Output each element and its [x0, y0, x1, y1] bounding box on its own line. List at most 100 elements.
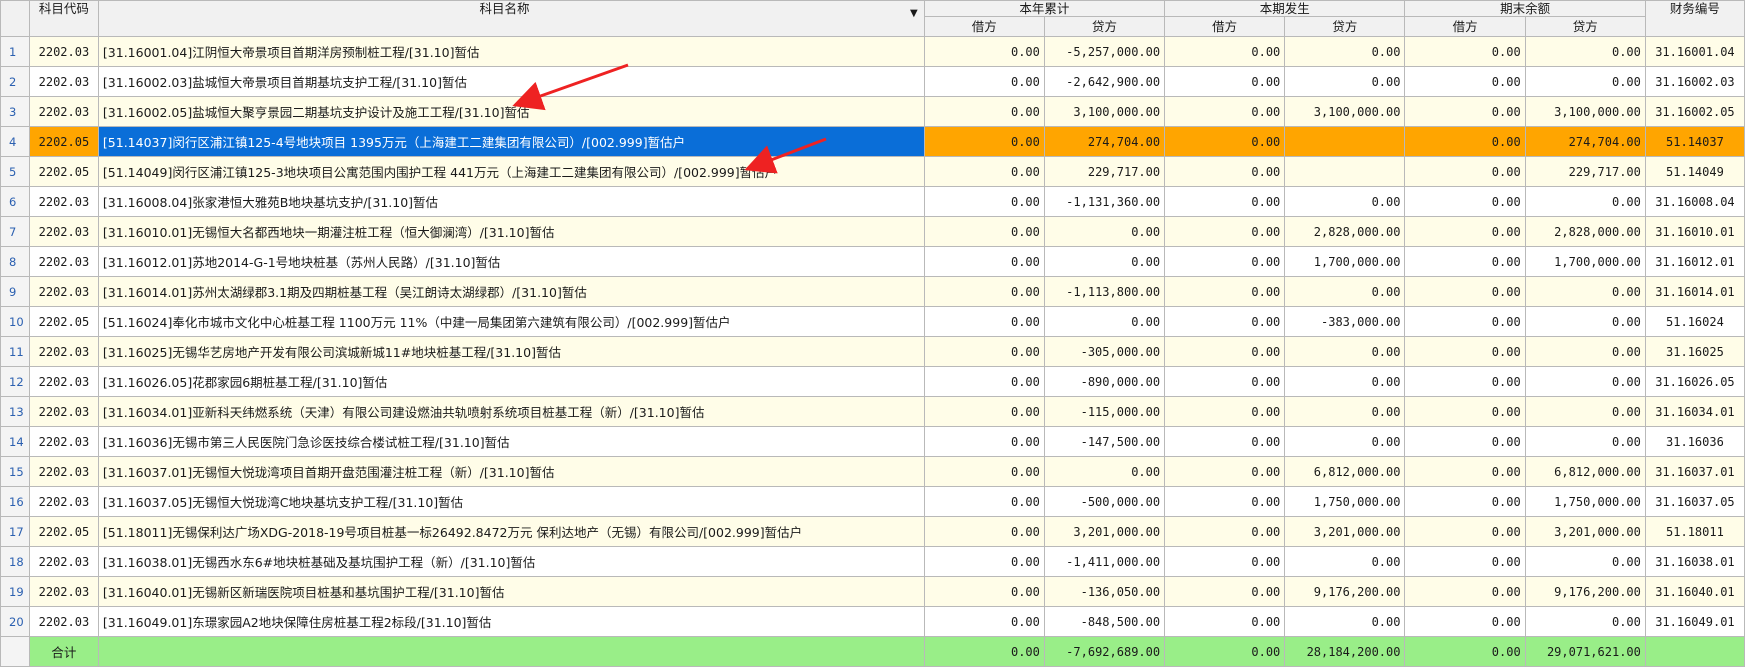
- account-name-cell[interactable]: [31.16037.01]无锡恒大悦珑湾项目首期开盘范围灌注桩工程（新）/[31…: [97, 456, 925, 487]
- account-name-cell[interactable]: [31.16049.01]东璟家园A2地块保障住房桩基工程2标段/[31.10]…: [97, 606, 925, 637]
- ending-debit-cell[interactable]: 0.00: [1404, 486, 1526, 517]
- row-number[interactable]: 17: [0, 516, 30, 547]
- period-debit-cell[interactable]: 0.00: [1164, 216, 1286, 247]
- ending-credit-cell[interactable]: 0.00: [1524, 546, 1646, 577]
- ytd-credit-cell[interactable]: 0.00: [1043, 216, 1166, 247]
- row-number[interactable]: 14: [0, 426, 30, 457]
- ending-credit-cell[interactable]: 0.00: [1524, 336, 1646, 367]
- table-row[interactable]: 7 2202.03 [31.16010.01]无锡恒大名都西地块一期灌注桩工程（恒大…: [0, 216, 1745, 247]
- ytd-credit-cell[interactable]: -115,000.00: [1043, 396, 1166, 427]
- table-row[interactable]: 1 2202.03 [31.16001.04]江阴恒大帝景项目首期洋房预制桩工程/[…: [0, 36, 1745, 67]
- period-debit-cell[interactable]: 0.00: [1164, 336, 1286, 367]
- table-row[interactable]: 5 2202.05 [51.14049]闵行区浦江镇125-3地块项目公寓范围内围护…: [0, 156, 1745, 187]
- period-debit-cell[interactable]: 0.00: [1164, 516, 1286, 547]
- ending-debit-cell[interactable]: 0.00: [1404, 246, 1526, 277]
- table-row[interactable]: 20 2202.03 [31.16049.01]东璟家园A2地块保障住房桩基工程2标…: [0, 606, 1745, 637]
- ending-credit-cell[interactable]: 3,201,000.00: [1524, 516, 1646, 547]
- table-row[interactable]: 11 2202.03 [31.16025]无锡华艺房地产开发有限公司滨城新城11#地…: [0, 336, 1745, 367]
- ending-debit-cell[interactable]: 0.00: [1404, 336, 1526, 367]
- period-credit-cell[interactable]: 1,750,000.00: [1284, 486, 1406, 517]
- account-code-cell[interactable]: 2202.03: [28, 276, 99, 307]
- ytd-credit-cell[interactable]: 274,704.00: [1043, 126, 1166, 157]
- period-debit-cell[interactable]: 0.00: [1164, 156, 1286, 187]
- table-row[interactable]: 10 2202.05 [51.16024]奉化市城市文化中心桩基工程 1100万元 …: [0, 306, 1745, 337]
- period-debit-cell[interactable]: 0.00: [1164, 426, 1286, 457]
- table-row[interactable]: 3 2202.03 [31.16002.05]盐城恒大聚亨景园二期基坑支护设计及施工…: [0, 96, 1745, 127]
- ytd-debit-cell[interactable]: 0.00: [923, 606, 1045, 637]
- row-number[interactable]: 18: [0, 546, 30, 577]
- finance-number-cell[interactable]: 31.16037.01: [1644, 456, 1745, 487]
- account-name-cell[interactable]: [31.16010.01]无锡恒大名都西地块一期灌注桩工程（恒大御澜湾）/[31…: [97, 216, 925, 247]
- account-name-cell[interactable]: [31.16037.05]无锡恒大悦珑湾C地块基坑支护工程/[31.10]暂估: [97, 486, 925, 517]
- row-number[interactable]: 10: [0, 306, 30, 337]
- row-number[interactable]: 12: [0, 366, 30, 397]
- period-debit-cell[interactable]: 0.00: [1164, 576, 1286, 607]
- account-name-cell[interactable]: [31.16002.03]盐城恒大帝景项目首期基坑支护工程/[31.10]暂估: [97, 66, 925, 97]
- ytd-debit-cell[interactable]: 0.00: [923, 516, 1045, 547]
- account-code-cell[interactable]: 2202.05: [28, 516, 99, 547]
- ytd-credit-cell[interactable]: 3,100,000.00: [1043, 96, 1166, 127]
- finance-number-cell[interactable]: 31.16010.01: [1644, 216, 1745, 247]
- finance-number-cell[interactable]: 31.16026.05: [1644, 366, 1745, 397]
- ytd-debit-cell[interactable]: 0.00: [923, 576, 1045, 607]
- finance-number-cell[interactable]: 31.16036: [1644, 426, 1745, 457]
- account-code-cell[interactable]: 2202.03: [28, 456, 99, 487]
- row-number[interactable]: 2: [0, 66, 30, 97]
- ending-credit-cell[interactable]: 0.00: [1524, 606, 1646, 637]
- account-code-cell[interactable]: 2202.03: [28, 486, 99, 517]
- finance-number-cell[interactable]: 31.16012.01: [1644, 246, 1745, 277]
- column-header-ending-credit[interactable]: 贷方: [1524, 16, 1646, 37]
- account-name-cell[interactable]: [31.16025]无锡华艺房地产开发有限公司滨城新城11#地块桩基工程/[31…: [97, 336, 925, 367]
- period-debit-cell[interactable]: 0.00: [1164, 126, 1286, 157]
- period-credit-cell[interactable]: [1284, 126, 1406, 157]
- ytd-credit-cell[interactable]: -2,642,900.00: [1043, 66, 1166, 97]
- ytd-debit-cell[interactable]: 0.00: [923, 156, 1045, 187]
- ending-credit-cell[interactable]: 0.00: [1524, 426, 1646, 457]
- period-credit-cell[interactable]: 0.00: [1284, 186, 1406, 217]
- period-credit-cell[interactable]: 0.00: [1284, 426, 1406, 457]
- column-header-period-debit[interactable]: 借方: [1164, 16, 1286, 37]
- period-debit-cell[interactable]: 0.00: [1164, 606, 1286, 637]
- period-credit-cell[interactable]: [1284, 156, 1406, 187]
- ending-credit-cell[interactable]: 6,812,000.00: [1524, 456, 1646, 487]
- ytd-credit-cell[interactable]: -1,113,800.00: [1043, 276, 1166, 307]
- ytd-credit-cell[interactable]: 3,201,000.00: [1043, 516, 1166, 547]
- row-number[interactable]: 15: [0, 456, 30, 487]
- column-header-period-credit[interactable]: 贷方: [1284, 16, 1406, 37]
- table-row[interactable]: 16 2202.03 [31.16037.05]无锡恒大悦珑湾C地块基坑支护工程/[…: [0, 486, 1745, 517]
- account-code-cell[interactable]: 2202.03: [28, 216, 99, 247]
- table-row[interactable]: 13 2202.03 [31.16034.01]亚新科天纬燃系统（天津）有限公司建设…: [0, 396, 1745, 427]
- period-credit-cell[interactable]: 0.00: [1284, 396, 1406, 427]
- ending-credit-cell[interactable]: 0.00: [1524, 66, 1646, 97]
- account-name-cell[interactable]: [51.14049]闵行区浦江镇125-3地块项目公寓范围内围护工程 441万元…: [97, 156, 925, 187]
- period-debit-cell[interactable]: 0.00: [1164, 246, 1286, 277]
- ending-credit-cell[interactable]: 0.00: [1524, 36, 1646, 67]
- ytd-credit-cell[interactable]: -5,257,000.00: [1043, 36, 1166, 67]
- column-header-ytd-debit[interactable]: 借方: [923, 16, 1045, 37]
- ending-debit-cell[interactable]: 0.00: [1404, 96, 1526, 127]
- account-name-cell[interactable]: [51.14037]闵行区浦江镇125-4号地块项目 1395万元（上海建工二建…: [97, 126, 925, 157]
- ytd-credit-cell[interactable]: -1,411,000.00: [1043, 546, 1166, 577]
- account-code-cell[interactable]: 2202.03: [28, 396, 99, 427]
- table-row[interactable]: 19 2202.03 [31.16040.01]无锡新区新瑞医院项目桩基和基坑围护工…: [0, 576, 1745, 607]
- ending-debit-cell[interactable]: 0.00: [1404, 576, 1526, 607]
- account-code-cell[interactable]: 2202.03: [28, 96, 99, 127]
- period-debit-cell[interactable]: 0.00: [1164, 546, 1286, 577]
- table-row[interactable]: 14 2202.03 [31.16036]无锡市第三人民医院门急诊医技综合楼试桩工程…: [0, 426, 1745, 457]
- ytd-debit-cell[interactable]: 0.00: [923, 336, 1045, 367]
- ytd-debit-cell[interactable]: 0.00: [923, 486, 1045, 517]
- row-number[interactable]: 9: [0, 276, 30, 307]
- finance-number-cell[interactable]: 51.18011: [1644, 516, 1745, 547]
- finance-number-cell[interactable]: 31.16001.04: [1644, 36, 1745, 67]
- period-credit-cell[interactable]: 0.00: [1284, 546, 1406, 577]
- ending-credit-cell[interactable]: 2,828,000.00: [1524, 216, 1646, 247]
- ytd-debit-cell[interactable]: 0.00: [923, 96, 1045, 127]
- row-number[interactable]: 3: [0, 96, 30, 127]
- table-row[interactable]: 15 2202.03 [31.16037.01]无锡恒大悦珑湾项目首期开盘范围灌注桩…: [0, 456, 1745, 487]
- period-debit-cell[interactable]: 0.00: [1164, 306, 1286, 337]
- ending-credit-cell[interactable]: 1,700,000.00: [1524, 246, 1646, 277]
- account-code-cell[interactable]: 2202.05: [28, 126, 99, 157]
- table-row[interactable]: 8 2202.03 [31.16012.01]苏地2014-G-1号地块桩基（苏州人…: [0, 246, 1745, 277]
- table-row[interactable]: 6 2202.03 [31.16008.04]张家港恒大雅苑B地块基坑支护/[31.…: [0, 186, 1745, 217]
- account-code-cell[interactable]: 2202.05: [28, 156, 99, 187]
